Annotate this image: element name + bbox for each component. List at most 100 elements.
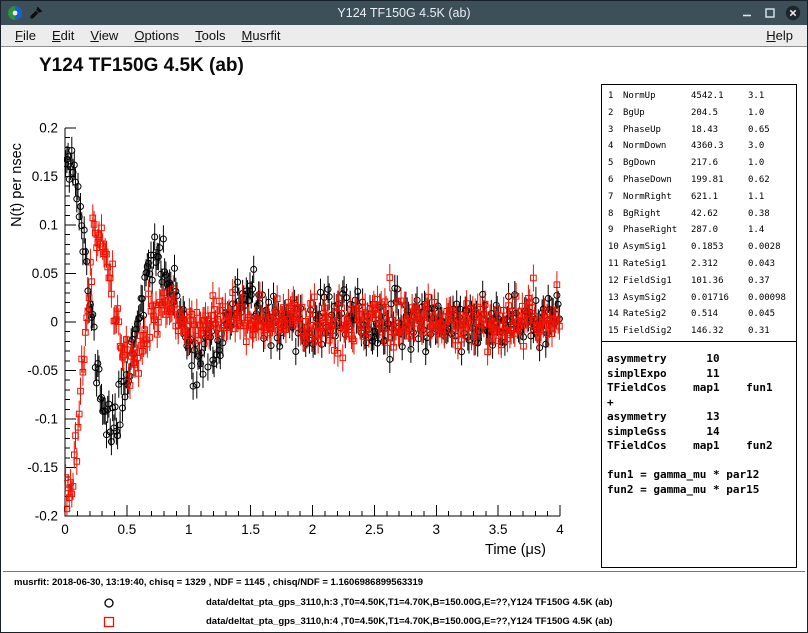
svg-text:0.2: 0.2 [39,121,58,136]
app-icon [7,5,23,21]
param-number: 4 [608,138,623,155]
param-name: BgRight [623,206,691,223]
menu-item-help[interactable]: Help [758,28,801,43]
param-error: 3.1 [748,88,796,105]
svg-text:4: 4 [556,522,564,537]
param-error: 0.0028 [748,239,796,256]
param-row: 10AsymSig10.18530.0028 [608,239,796,256]
param-value: 146.32 [691,323,748,340]
param-number: 8 [608,206,623,223]
canvas-area: Y124 TF150G 4.5K (ab) -0.2-0.15-0.1-0.05… [1,47,807,632]
param-error: 0.38 [748,206,796,223]
param-error: 0.31 [748,323,796,340]
param-error: 1.1 [748,189,796,206]
param-name: PhaseRight [623,222,691,239]
menu-item-options[interactable]: Options [126,25,187,46]
param-number: 15 [608,323,623,340]
param-number: 1 [608,88,623,105]
menu-left: FileEditViewOptionsToolsMusrfit [7,25,289,46]
param-name: FieldSig1 [623,273,691,290]
param-row: 13AsymSig20.017160.00098 [608,290,796,307]
param-error: 0.00098 [748,290,796,307]
param-value: 217.6 [691,155,748,172]
window-title: Y124 TF150G 4.5K (ab) [1,6,807,20]
param-row: 5BgDown217.61.0 [608,155,796,172]
titlebar-controls [739,5,801,21]
param-name: BgDown [623,155,691,172]
param-value: 2.312 [691,256,748,273]
param-name: NormDown [623,138,691,155]
param-value: 0.514 [691,306,748,323]
svg-text:1: 1 [185,522,193,537]
param-name: AsymSig2 [623,290,691,307]
svg-text:-0.1: -0.1 [35,412,58,427]
menubar: FileEditViewOptionsToolsMusrfit Help [1,25,807,47]
menu-item-tools[interactable]: Tools [187,25,233,46]
svg-text:2.5: 2.5 [365,522,384,537]
maximize-button[interactable] [762,5,778,21]
param-number: 3 [608,122,623,139]
menu-item-edit[interactable]: Edit [44,25,82,46]
param-number: 2 [608,105,623,122]
param-value: 0.01716 [691,290,748,307]
param-name: PhaseDown [623,172,691,189]
param-row: 1NormUp4542.13.1 [608,88,796,105]
param-value: 101.36 [691,273,748,290]
svg-text:0.5: 0.5 [118,522,137,537]
param-error: 1.0 [748,155,796,172]
minimize-button[interactable] [739,5,755,21]
footer: musrfit: 2018-06-30, 13:19:40, chisq = 1… [3,571,805,632]
param-name: RateSig2 [623,306,691,323]
param-error: 0.045 [748,306,796,323]
param-value: 204.5 [691,105,748,122]
param-number: 5 [608,155,623,172]
param-row: 9PhaseRight287.01.4 [608,222,796,239]
svg-text:1.5: 1.5 [241,522,260,537]
pin-icon[interactable] [28,5,44,21]
fit-info: musrfit: 2018-06-30, 13:19:40, chisq = 1… [14,577,423,588]
svg-text:-0.2: -0.2 [35,509,58,524]
param-error: 0.043 [748,256,796,273]
svg-text:N(t) per nsec: N(t) per nsec [9,143,25,227]
param-value: 621.1 [691,189,748,206]
svg-text:-0.05: -0.05 [27,363,58,378]
param-number: 6 [608,172,623,189]
param-number: 13 [608,290,623,307]
titlebar[interactable]: Y124 TF150G 4.5K (ab) [1,1,807,25]
theory-box: asymmetry 10 simplExpo 11 TFieldCos map1… [601,341,797,568]
param-name: NormUp [623,88,691,105]
param-row: 14RateSig20.5140.045 [608,306,796,323]
svg-text:0.05: 0.05 [32,266,58,281]
param-number: 10 [608,239,623,256]
param-name: AsymSig1 [623,239,691,256]
param-number: 11 [608,256,623,273]
svg-text:3: 3 [433,522,441,537]
param-value: 199.81 [691,172,748,189]
param-number: 7 [608,189,623,206]
param-row: 8BgRight42.620.38 [608,206,796,223]
param-name: RateSig1 [623,256,691,273]
param-row: 15FieldSig2146.320.31 [608,323,796,340]
svg-text:-0.15: -0.15 [27,460,58,475]
svg-text:0: 0 [50,315,58,330]
param-number: 9 [608,222,623,239]
param-value: 4542.1 [691,88,748,105]
menu-item-musrfit[interactable]: Musrfit [234,25,289,46]
plot-canvas[interactable]: -0.2-0.15-0.1-0.0500.050.10.150.200.511.… [1,47,601,572]
param-row: 7NormRight621.11.1 [608,189,796,206]
param-error: 3.0 [748,138,796,155]
param-value: 0.1853 [691,239,748,256]
menu-item-file[interactable]: File [7,25,44,46]
menu-item-view[interactable]: View [82,25,126,46]
close-button[interactable] [785,5,801,21]
parameter-box: 1NormUp4542.13.12BgUp204.51.03PhaseUp18.… [601,84,797,342]
param-name: BgUp [623,105,691,122]
param-number: 12 [608,273,623,290]
param-name: FieldSig2 [623,323,691,340]
param-row: 2BgUp204.51.0 [608,105,796,122]
theory-text: asymmetry 10 simplExpo 11 TFieldCos map1… [607,352,796,497]
app-window: Y124 TF150G 4.5K (ab) FileEditViewOption… [0,0,808,633]
menu-right: Help [758,25,801,46]
svg-text:0.15: 0.15 [32,169,58,184]
legend-circle-icon [103,596,115,614]
